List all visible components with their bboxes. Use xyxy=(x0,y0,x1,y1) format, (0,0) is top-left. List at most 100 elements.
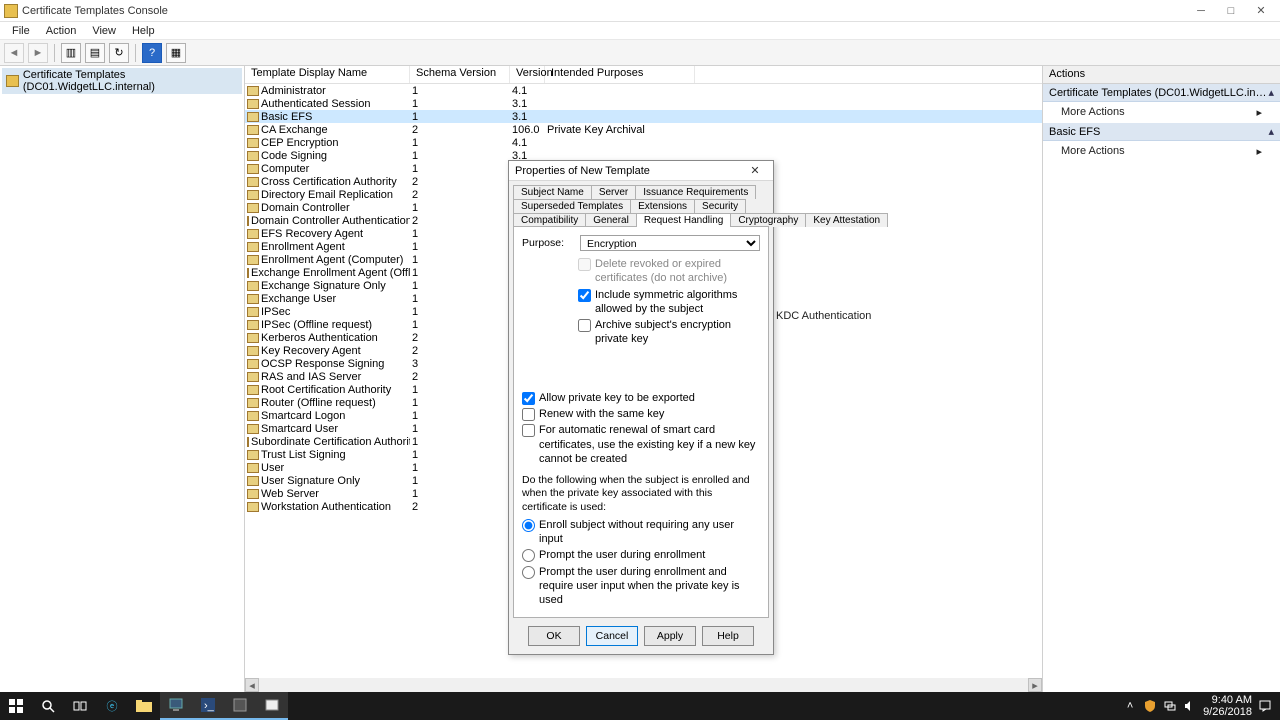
actions-more-1[interactable]: More Actions ▸ xyxy=(1043,102,1280,123)
tab-security[interactable]: Security xyxy=(694,199,746,213)
ok-button[interactable]: OK xyxy=(528,626,580,646)
horizontal-scrollbar[interactable]: ◂ ▸ xyxy=(245,678,1042,692)
actions-header: Actions xyxy=(1043,66,1280,84)
server-manager-icon[interactable] xyxy=(160,692,192,720)
speaker-icon[interactable] xyxy=(1183,699,1197,713)
col-schema-version[interactable]: Schema Version xyxy=(410,66,510,83)
col-intended-purposes[interactable]: Intended Purposes xyxy=(545,66,695,83)
cell-name: Workstation Authentication xyxy=(261,501,391,513)
cell-schema: 1 xyxy=(410,85,510,97)
col-template-name[interactable]: Template Display Name xyxy=(245,66,410,83)
tab-general[interactable]: General xyxy=(585,213,637,227)
table-row[interactable]: CEP Encryption14.1 xyxy=(245,136,1042,149)
back-button[interactable]: ◄ xyxy=(4,43,24,63)
purpose-select[interactable]: Encryption xyxy=(580,235,760,251)
cancel-button[interactable]: Cancel xyxy=(586,626,638,646)
table-row[interactable]: Administrator14.1 xyxy=(245,84,1042,97)
chk-export-input[interactable] xyxy=(522,392,535,405)
tree-root[interactable]: Certificate Templates (DC01.WidgetLLC.in… xyxy=(2,68,242,94)
cell-name: Domain Controller Authentication xyxy=(251,215,410,227)
table-row[interactable]: Basic EFS13.1 xyxy=(245,110,1042,123)
tab-cryptography[interactable]: Cryptography xyxy=(730,213,806,227)
task-view-button[interactable] xyxy=(64,692,96,720)
tab-request-handling[interactable]: Request Handling xyxy=(636,213,732,227)
col-version[interactable]: Version xyxy=(510,66,545,83)
cell-schema: 1 xyxy=(410,280,510,292)
menu-file[interactable]: File xyxy=(4,23,38,39)
radio-enroll-silent[interactable]: Enroll subject without requiring any use… xyxy=(522,518,760,547)
radio-prompt-enroll[interactable]: Prompt the user during enrollment xyxy=(522,548,760,562)
list-header[interactable]: Template Display Name Schema Version Ver… xyxy=(245,66,1042,84)
dialog-titlebar[interactable]: Properties of New Template ✕ xyxy=(509,161,773,181)
titlebar: Certificate Templates Console ─ □ ✕ xyxy=(0,0,1280,22)
tray-up-icon[interactable]: ˄ xyxy=(1123,699,1137,713)
network-icon[interactable] xyxy=(1163,699,1177,713)
show-tree-button[interactable]: ▥ xyxy=(61,43,81,63)
app-icon xyxy=(4,4,18,18)
cell-schema: 1 xyxy=(410,241,510,253)
scroll-track[interactable] xyxy=(259,678,1028,692)
tab-subject-name[interactable]: Subject Name xyxy=(513,185,592,199)
tab-server[interactable]: Server xyxy=(591,185,636,199)
actions-group-templates[interactable]: Certificate Templates (DC01.WidgetLLC.in… xyxy=(1043,84,1280,102)
close-button[interactable]: ✕ xyxy=(1246,1,1276,21)
radio-enroll-silent-input[interactable] xyxy=(522,519,535,532)
forward-button[interactable]: ► xyxy=(28,43,48,63)
apply-button[interactable]: Apply xyxy=(644,626,696,646)
collapse-icon[interactable]: ▴ xyxy=(1268,125,1274,138)
table-row[interactable]: CA Exchange2106.0Private Key Archival xyxy=(245,123,1042,136)
minimize-button[interactable]: ─ xyxy=(1186,1,1216,21)
tab-superseded-templates[interactable]: Superseded Templates xyxy=(513,199,631,213)
cert-console-icon[interactable] xyxy=(256,692,288,720)
chk-symmetric[interactable]: Include symmetric algorithms allowed by … xyxy=(578,288,760,317)
tab-key-attestation[interactable]: Key Attestation xyxy=(805,213,888,227)
tab-extensions[interactable]: Extensions xyxy=(630,199,695,213)
manage-button[interactable]: ▦ xyxy=(166,43,186,63)
chk-archive[interactable]: Archive subject's encryption private key xyxy=(578,318,760,347)
explorer-icon[interactable] xyxy=(128,692,160,720)
chk-renew-input[interactable] xyxy=(522,408,535,421)
scroll-right-button[interactable]: ▸ xyxy=(1028,678,1042,692)
chk-auto-renewal-input[interactable] xyxy=(522,424,535,437)
notifications-icon[interactable] xyxy=(1258,699,1272,713)
chk-archive-input[interactable] xyxy=(578,319,591,332)
radio-prompt-enroll-input[interactable] xyxy=(522,549,535,562)
help-button[interactable]: Help xyxy=(702,626,754,646)
actions-group-selected[interactable]: Basic EFS ▴ xyxy=(1043,123,1280,141)
chk-renew[interactable]: Renew with the same key xyxy=(522,407,760,421)
tree-pane[interactable]: Certificate Templates (DC01.WidgetLLC.in… xyxy=(0,66,245,692)
taskbar[interactable]: ⓔ ›_ ˄ 9:40 AM 9/26/2018 xyxy=(0,692,1280,720)
mmc-icon[interactable] xyxy=(224,692,256,720)
search-button[interactable] xyxy=(32,692,64,720)
menu-action[interactable]: Action xyxy=(38,23,85,39)
radio-prompt-always[interactable]: Prompt the user during enrollment and re… xyxy=(522,565,760,608)
ie-icon[interactable]: ⓔ xyxy=(96,692,128,720)
chk-auto-renewal[interactable]: For automatic renewal of smart card cert… xyxy=(522,423,760,466)
maximize-button[interactable]: □ xyxy=(1216,1,1246,21)
help-button[interactable]: ? xyxy=(142,43,162,63)
cell-version: 106.0 xyxy=(510,124,545,136)
cell-schema: 1 xyxy=(410,98,510,110)
tab-issuance-requirements[interactable]: Issuance Requirements xyxy=(635,185,756,199)
menu-help[interactable]: Help xyxy=(124,23,163,39)
actions-more-2[interactable]: More Actions ▸ xyxy=(1043,141,1280,162)
chk-export[interactable]: Allow private key to be exported xyxy=(522,391,760,405)
clock[interactable]: 9:40 AM 9/26/2018 xyxy=(1203,694,1252,718)
start-button[interactable] xyxy=(0,692,32,720)
table-row[interactable]: Authenticated Session13.1 xyxy=(245,97,1042,110)
radio-prompt-always-input[interactable] xyxy=(522,566,535,579)
properties-button[interactable]: ▤ xyxy=(85,43,105,63)
cell-version: 3.1 xyxy=(510,111,545,123)
menu-view[interactable]: View xyxy=(84,23,124,39)
radio-prompt-always-label: Prompt the user during enrollment and re… xyxy=(539,565,760,608)
tab-compatibility[interactable]: Compatibility xyxy=(513,213,586,227)
system-tray[interactable]: ˄ 9:40 AM 9/26/2018 xyxy=(1123,694,1280,718)
collapse-icon[interactable]: ▴ xyxy=(1268,86,1274,99)
cell-version: 4.1 xyxy=(510,137,545,149)
refresh-button[interactable]: ↻ xyxy=(109,43,129,63)
dialog-close-button[interactable]: ✕ xyxy=(743,162,767,180)
scroll-left-button[interactable]: ◂ xyxy=(245,678,259,692)
chk-symmetric-input[interactable] xyxy=(578,289,591,302)
powershell-icon[interactable]: ›_ xyxy=(192,692,224,720)
shield-icon[interactable] xyxy=(1143,699,1157,713)
